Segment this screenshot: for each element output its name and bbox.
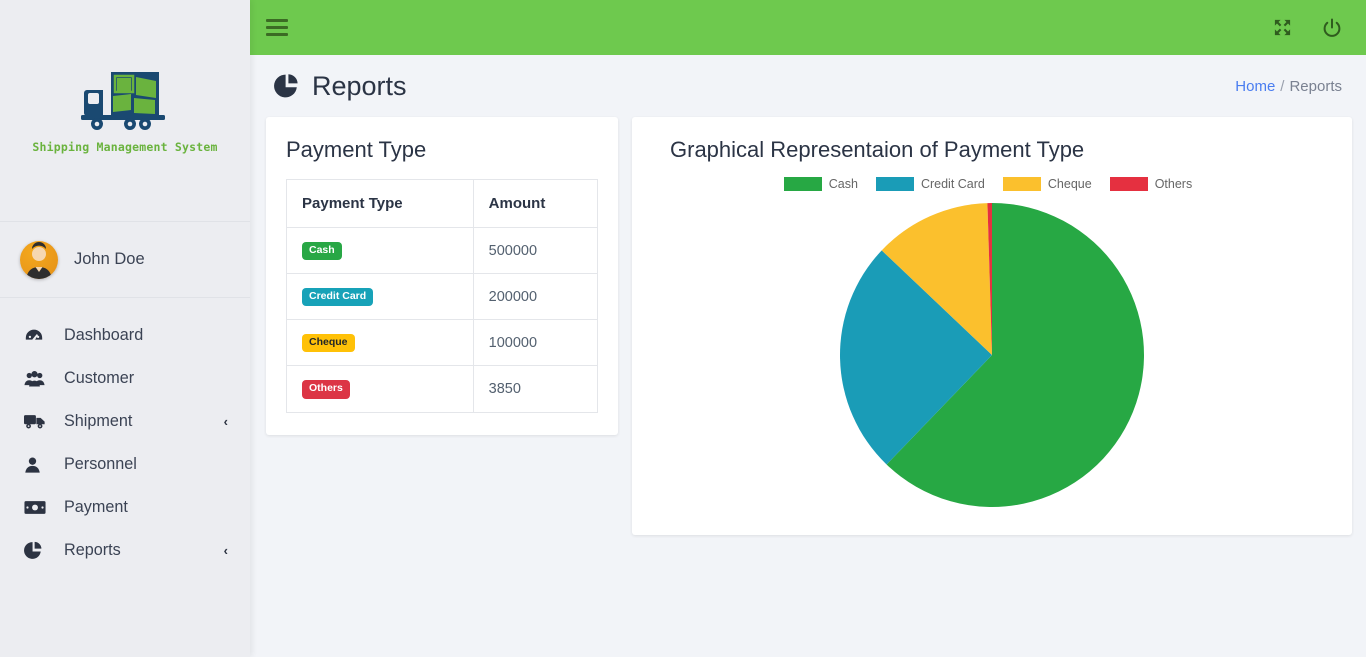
legend-item[interactable]: Credit Card: [875, 177, 985, 191]
hamburger-menu-icon[interactable]: [266, 19, 288, 36]
chart-title: Graphical Representaion of Payment Type: [670, 137, 1085, 162]
column-header-payment-type: Payment Type: [286, 179, 474, 228]
sidebar: Shipping Management System John Doe Dash…: [0, 0, 250, 657]
legend-swatch: [875, 177, 914, 191]
pie-chart-icon: [274, 73, 300, 99]
main-area: Reports Home / Reports Payment Type Paymen…: [250, 0, 1366, 657]
breadcrumb: Home / Reports: [1235, 78, 1342, 95]
dashboard-gauge-icon: [24, 325, 50, 347]
breadcrumb-separator: /: [1280, 77, 1285, 95]
legend-swatch: [783, 177, 822, 191]
truck-icon: [24, 411, 50, 433]
legend-label: Cheque: [1047, 177, 1092, 191]
page-title-group: Reports: [266, 71, 407, 102]
cell-amount: 3850: [472, 365, 599, 413]
cell-amount: 100000: [472, 319, 599, 367]
app-root: Shipping Management System John Doe Dash…: [0, 0, 1366, 657]
sidebar-item-shipment[interactable]: Shipment ‹: [0, 400, 250, 443]
sidebar-item-caret[interactable]: ‹: [224, 414, 228, 429]
expand-arrows-icon[interactable]: [1273, 18, 1292, 37]
legend-label: Others: [1154, 177, 1193, 191]
payment-type-card: Payment Type Payment Type Amount Cash 50…: [266, 117, 618, 435]
legend-item[interactable]: Others: [1109, 177, 1193, 191]
legend-label: Credit Card: [920, 177, 985, 191]
topbar: [250, 0, 1366, 55]
card-title: Payment Type: [286, 137, 427, 162]
cell-payment-type: Credit Card: [286, 273, 474, 321]
money-bill-icon: [24, 497, 50, 519]
brand-name: Shipping Management System: [32, 139, 218, 154]
legend-label: Cash: [828, 177, 858, 191]
cell-payment-type: Cheque: [286, 319, 474, 367]
avatar: [20, 240, 58, 279]
legend-item[interactable]: Cheque: [1002, 177, 1092, 191]
breadcrumb-current: Reports: [1289, 77, 1342, 95]
table-body: Cash 500000 Credit Card 200000 Cheque 10…: [286, 226, 599, 413]
pie-chart-container: [652, 195, 1332, 519]
status-badge: Credit Card: [302, 288, 374, 307]
pie-chart[interactable]: [838, 201, 1146, 509]
sidebar-item-customer[interactable]: Customer: [0, 357, 250, 400]
sidebar-item-personnel[interactable]: Personnel: [0, 443, 250, 486]
sidebar-user[interactable]: John Doe: [0, 222, 250, 298]
cell-payment-type: Cash: [286, 226, 474, 275]
column-header-amount: Amount: [472, 179, 599, 228]
cell-amount: 500000: [472, 226, 599, 275]
status-badge: Cheque: [302, 334, 355, 353]
page-title: Reports: [312, 70, 407, 101]
legend-item[interactable]: Cash: [783, 177, 858, 191]
brand-block[interactable]: Shipping Management System: [0, 0, 250, 222]
table-row: Others 3850: [286, 365, 599, 413]
chart-legend: Cash Credit Card Cheque Others: [652, 177, 1332, 191]
sidebar-item-label: Payment: [64, 498, 128, 516]
status-badge: Cash: [302, 242, 342, 261]
table-row: Cheque 100000: [286, 319, 599, 367]
users-group-icon: [24, 368, 50, 390]
content-area: Payment Type Payment Type Amount Cash 50…: [250, 117, 1366, 657]
status-badge: Others: [302, 380, 350, 399]
user-name: John Doe: [74, 250, 145, 268]
cell-payment-type: Others: [286, 365, 474, 413]
cell-amount: 200000: [472, 273, 599, 321]
sidebar-item-label: Personnel: [64, 455, 137, 473]
sidebar-item-label: Dashboard: [64, 326, 144, 344]
sidebar-item-label: Customer: [64, 369, 135, 387]
table-row: Cash 500000: [286, 226, 599, 275]
legend-swatch: [1002, 177, 1041, 191]
shipping-truck-logo: [73, 68, 177, 134]
legend-swatch: [1109, 177, 1148, 191]
sidebar-item-dashboard[interactable]: Dashboard: [0, 314, 250, 357]
topbar-actions: [1273, 18, 1342, 38]
sidebar-nav: Dashboard Customer Shipment ‹ Personnel …: [0, 298, 250, 572]
table-row: Credit Card 200000: [286, 273, 599, 321]
payment-type-table: Payment Type Amount Cash 500000 Credit C…: [286, 179, 599, 413]
sidebar-item-label: Reports: [64, 541, 121, 559]
payment-chart-card: Graphical Representaion of Payment Type …: [632, 117, 1352, 535]
table-header-row: Payment Type Amount: [286, 179, 599, 228]
page-header: Reports Home / Reports: [250, 55, 1366, 117]
sidebar-item-reports[interactable]: Reports ‹: [0, 529, 250, 572]
sidebar-item-payment[interactable]: Payment: [0, 486, 250, 529]
table-head: Payment Type Amount: [286, 179, 599, 228]
user-icon: [24, 454, 50, 476]
pie-chart-icon: [24, 540, 50, 562]
sidebar-item-label: Shipment: [64, 412, 133, 430]
sidebar-item-caret[interactable]: ‹: [224, 543, 228, 558]
power-off-icon[interactable]: [1322, 18, 1342, 38]
breadcrumb-home-link[interactable]: Home: [1235, 78, 1275, 95]
